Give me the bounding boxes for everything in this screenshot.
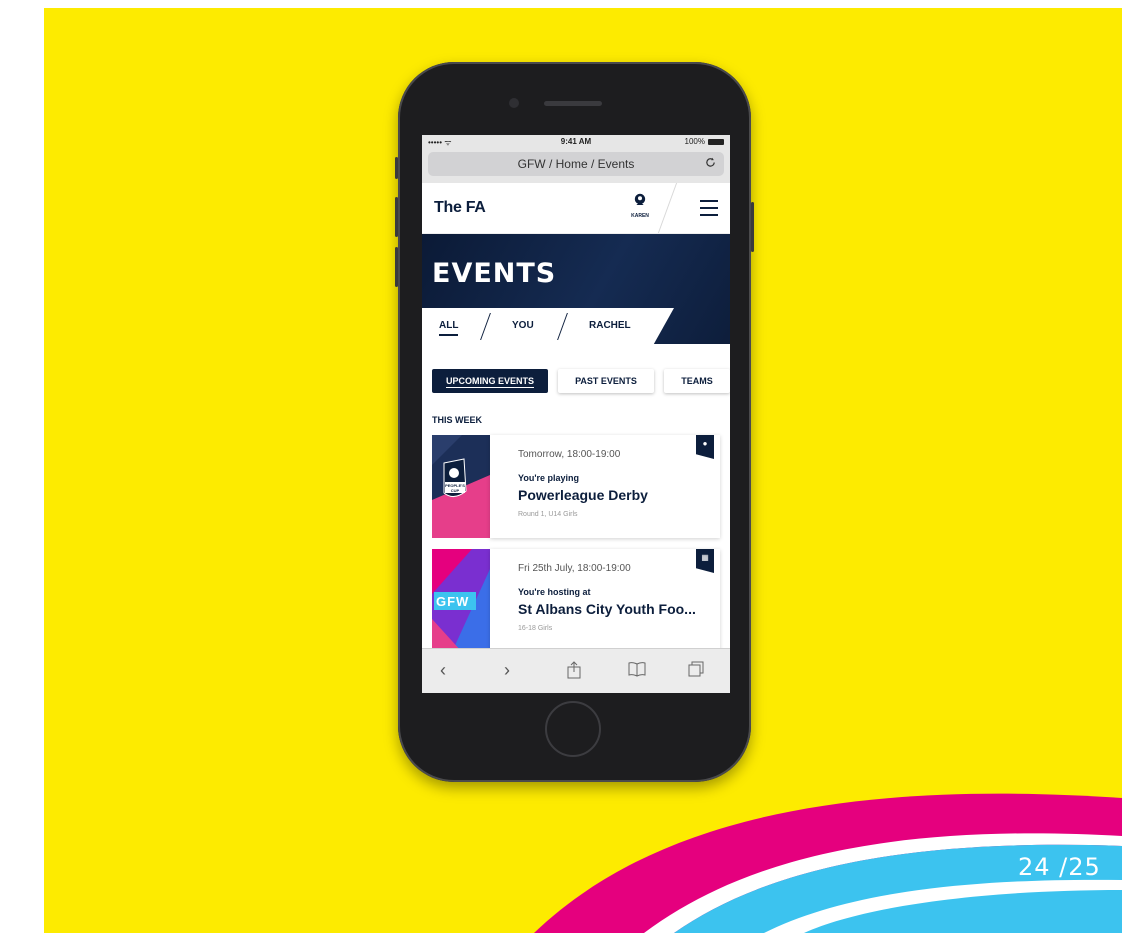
back-icon[interactable]: ‹: [440, 661, 446, 679]
front-camera: [509, 98, 519, 108]
event-time: Fri 25th July, 18:00-19:00: [518, 563, 631, 574]
volume-down-button: [395, 247, 398, 287]
browser-toolbar: ‹ ›: [422, 648, 730, 693]
gfw-thumbnail: GFW: [432, 549, 490, 652]
tab-you[interactable]: YOU: [512, 320, 534, 331]
url-field[interactable]: GFW / Home / Events: [428, 152, 724, 176]
event-name: St Albans City Youth Foo...: [518, 601, 696, 617]
event-filters: UPCOMING EVENTS PAST EVENTS TEAMS: [422, 359, 730, 401]
event-card-body: Tomorrow, 18:00-19:00 You're playing Pow…: [490, 435, 720, 538]
phone-screen: ••••• ᯤ 9:41 AM 100% GFW / Home / Events…: [422, 135, 730, 693]
forward-icon[interactable]: ›: [504, 661, 510, 679]
tab-all[interactable]: ALL: [439, 320, 459, 336]
user-name-label: KAREN: [631, 213, 649, 219]
tab-divider: [480, 313, 491, 340]
bookmarks-icon[interactable]: [628, 661, 646, 680]
site-header: The FA KAREN: [422, 183, 730, 234]
event-role: You're playing: [518, 473, 579, 483]
event-meta: Round 1, U14 Girls: [518, 511, 578, 518]
page-number: 24 /25: [1018, 853, 1101, 881]
browser-url-bar: GFW / Home / Events: [422, 149, 730, 183]
event-role: You're hosting at: [518, 587, 591, 597]
events-hero: EVENTS ALL YOU RACHEL: [422, 234, 730, 359]
volume-up-button: [395, 197, 398, 237]
event-card[interactable]: GFW Fri 25th July, 18:00-19:00 You're ho…: [432, 549, 720, 652]
peoples-cup-thumbnail: PEOPLE'S CUP: [432, 435, 490, 538]
user-icon: [634, 193, 646, 205]
badge-text: PEOPLE'S CUP: [445, 483, 465, 493]
page-title: EVENTS: [432, 258, 557, 289]
power-button: [751, 202, 754, 252]
reload-icon[interactable]: [705, 152, 716, 176]
event-tabs: ALL YOU RACHEL: [422, 308, 674, 344]
teams-button[interactable]: TEAMS: [664, 369, 730, 393]
share-icon[interactable]: [566, 661, 582, 682]
event-card[interactable]: PEOPLE'S CUP Tomorrow, 18:00-19:00 You'r…: [432, 435, 720, 538]
event-meta: 16-18 Girls: [518, 625, 553, 632]
calendar-icon: ▦: [696, 549, 714, 573]
tab-rachel[interactable]: RACHEL: [589, 320, 631, 331]
badge-text: GFW: [436, 594, 470, 609]
tab-divider: [557, 313, 568, 340]
tabs-icon[interactable]: [688, 661, 704, 680]
home-button[interactable]: [545, 701, 601, 757]
earpiece-speaker: [544, 101, 602, 106]
event-card-body: Fri 25th July, 18:00-19:00 You're hostin…: [490, 549, 720, 652]
upcoming-events-button[interactable]: UPCOMING EVENTS: [432, 369, 548, 393]
battery-percent: 100%: [684, 137, 705, 146]
section-title: THIS WEEK: [432, 415, 483, 425]
event-time: Tomorrow, 18:00-19:00: [518, 449, 621, 460]
battery-indicator: 100%: [685, 137, 724, 146]
past-events-button[interactable]: PAST EVENTS: [558, 369, 654, 393]
hamburger-icon[interactable]: [700, 200, 718, 221]
battery-icon: [708, 138, 724, 145]
event-name: Powerleague Derby: [518, 487, 648, 503]
header-divider: [657, 183, 678, 233]
phone-frame: ••••• ᯤ 9:41 AM 100% GFW / Home / Events…: [395, 62, 754, 782]
user-account-button[interactable]: KAREN: [626, 193, 654, 219]
hero-bottom-edge: [422, 344, 730, 359]
football-icon: ●: [696, 435, 714, 459]
the-fa-logo[interactable]: The FA: [434, 199, 486, 217]
mute-switch: [395, 157, 398, 179]
status-bar: ••••• ᯤ 9:41 AM 100%: [422, 135, 730, 149]
upcoming-events-label: UPCOMING EVENTS: [445, 376, 534, 388]
